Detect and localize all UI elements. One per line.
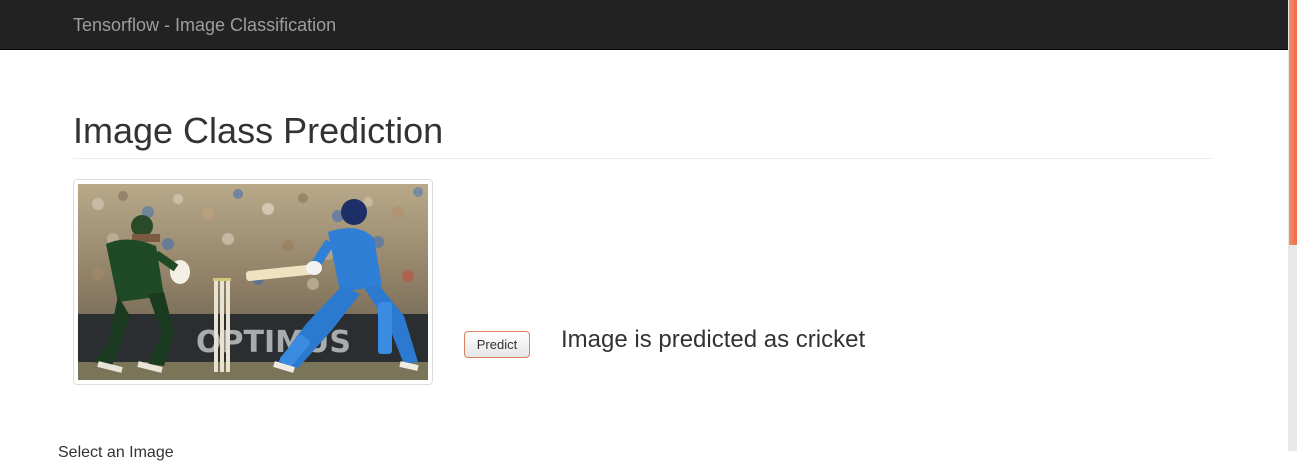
scrollbar-thumb[interactable] xyxy=(1289,0,1297,245)
prediction-result: Image is predicted as cricket xyxy=(561,326,866,353)
predict-button[interactable]: Predict xyxy=(464,331,530,358)
page-title: Image Class Prediction xyxy=(73,110,444,151)
top-navbar: Tensorflow - Image Classification xyxy=(0,0,1288,50)
navbar-brand[interactable]: Tensorflow - Image Classification xyxy=(73,15,336,35)
image-thumbnail: OPTIMUS xyxy=(73,179,433,385)
cricket-photo: OPTIMUS xyxy=(78,184,428,380)
page-header: Image Class Prediction xyxy=(73,110,1213,159)
page-scrollbar[interactable] xyxy=(1288,0,1297,451)
select-image-label: Select an Image xyxy=(58,444,174,461)
